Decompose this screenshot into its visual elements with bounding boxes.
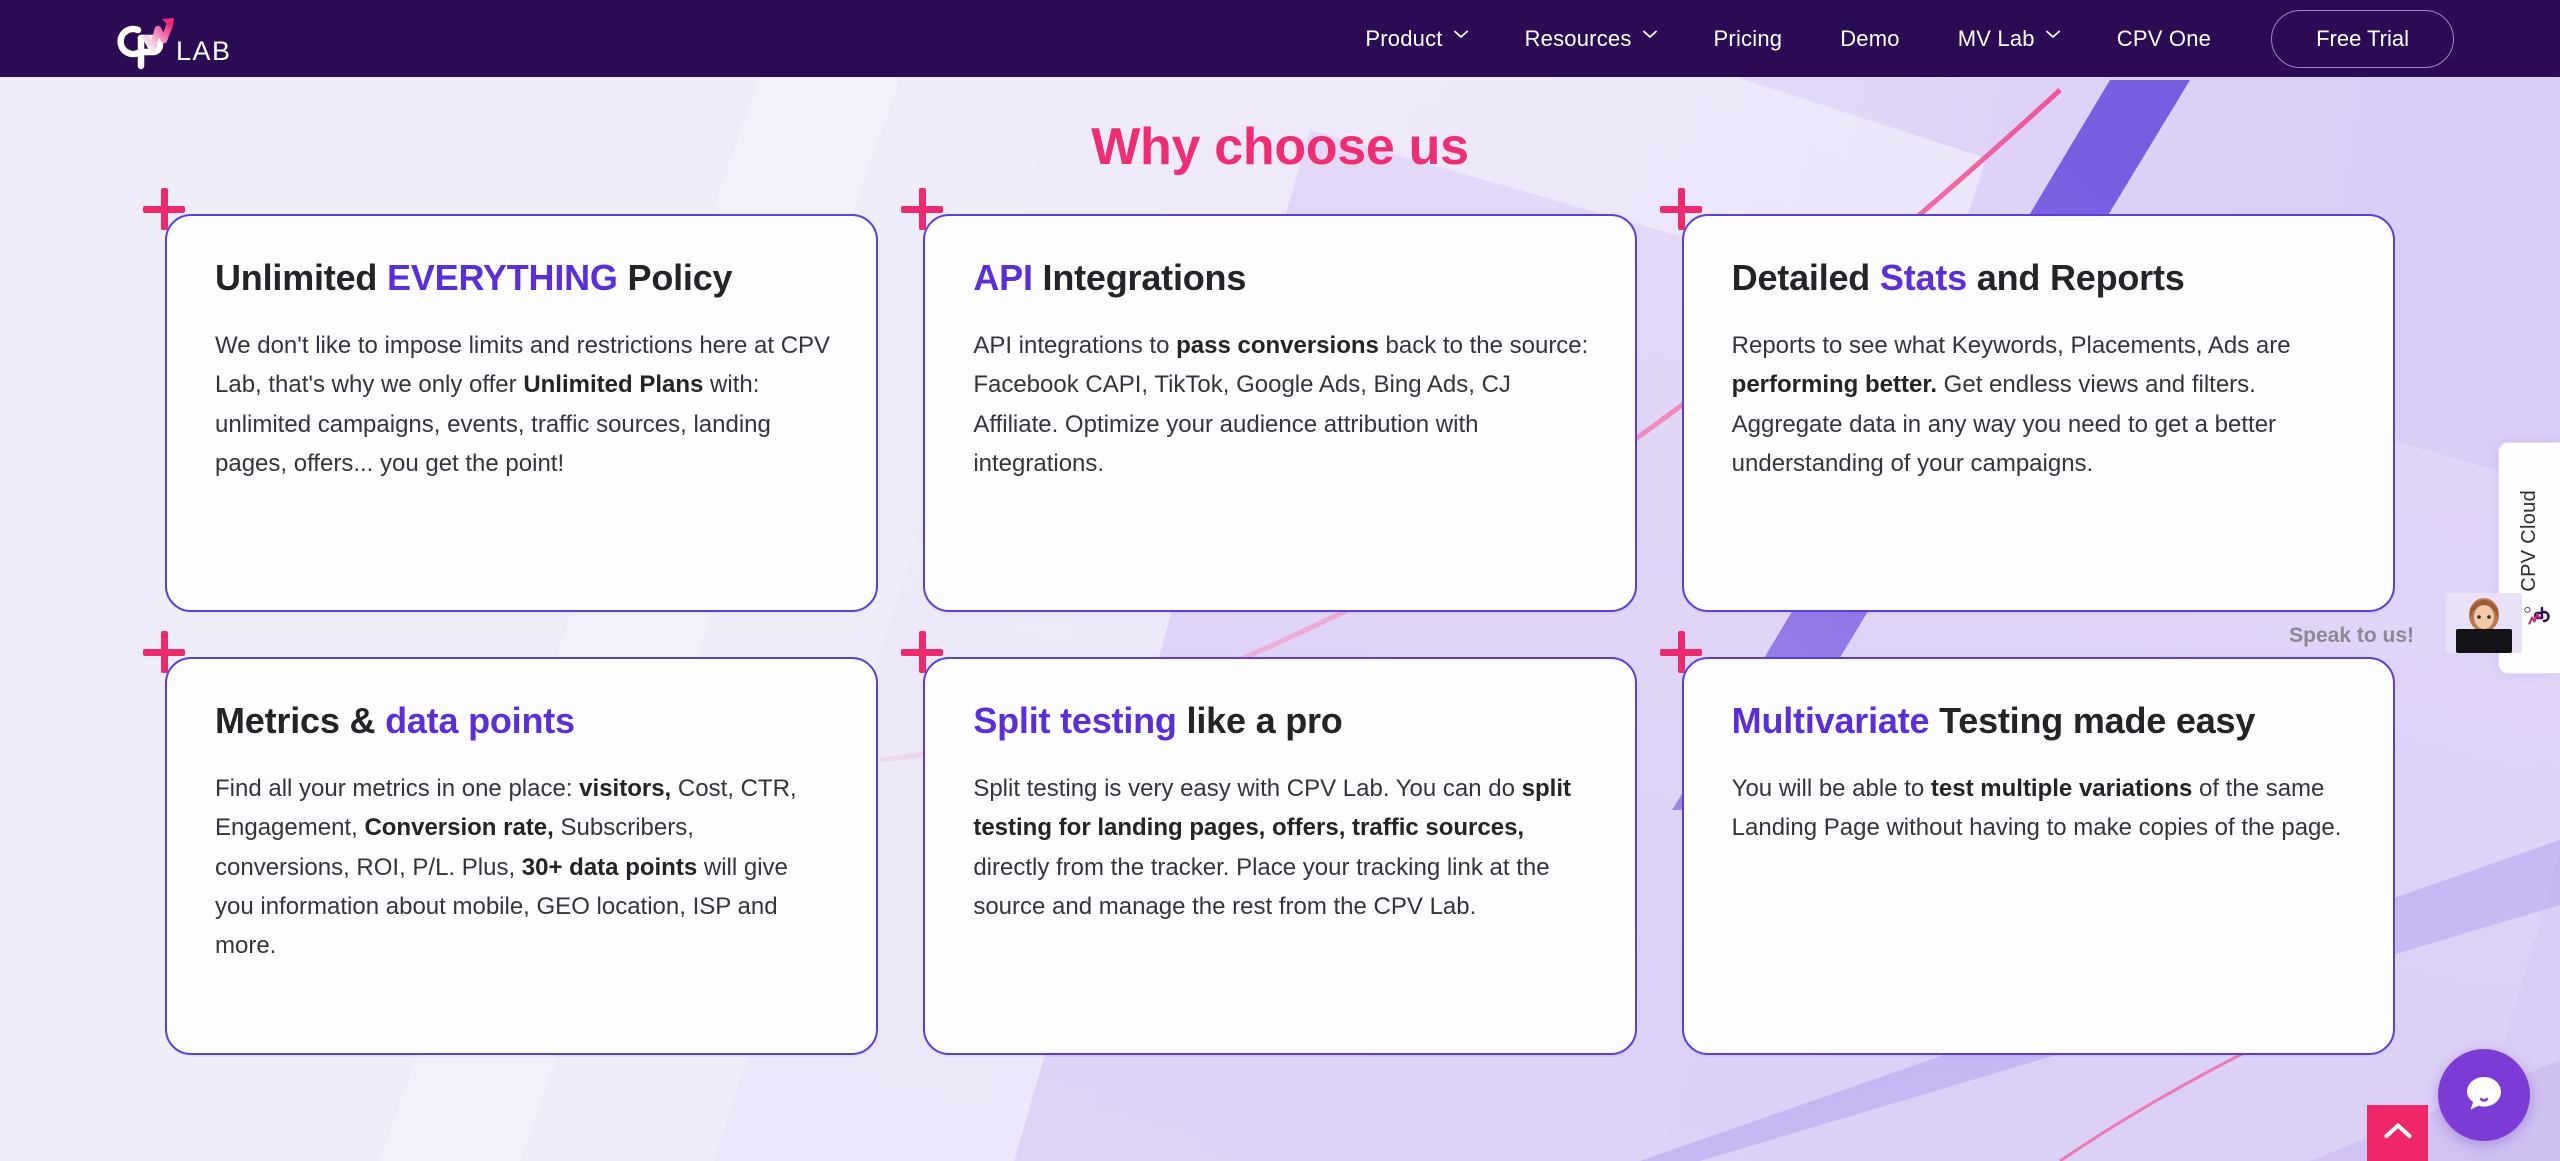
plus-marker-icon — [901, 188, 945, 232]
svg-text:LAB: LAB — [176, 36, 232, 66]
plus-marker-icon — [1659, 188, 1704, 232]
feature-card[interactable]: Metrics & data points Find all your metr… — [165, 657, 879, 1055]
site-header: LAB Product Resources Pricing Demo MV La… — [0, 0, 2560, 77]
svg-text:ONE: ONE — [2523, 606, 2532, 613]
feature-card-title: Split testing like a pro — [973, 700, 1343, 741]
feature-card-body: We don't like to impose limits and restr… — [215, 331, 831, 477]
cpv-cloud-tab-label: CPV Cloud — [2518, 490, 2540, 592]
plus-marker-icon — [1659, 631, 1704, 675]
feature-card-wrapper: API Integrations API integrations to pas… — [901, 188, 1637, 612]
cpv-lab-logo-icon: LAB — [117, 17, 232, 69]
feature-card-title: Metrics & data points — [215, 700, 575, 741]
nav-label: MV Lab — [1957, 25, 2035, 51]
page-root: LAB Product Resources Pricing Demo MV La… — [0, 0, 2560, 1161]
chevron-down-icon — [1642, 30, 1657, 43]
nav-label: Demo — [1840, 25, 1900, 51]
feature-card[interactable]: Multivariate Testing made easy You will … — [1681, 657, 2395, 1055]
feature-card-wrapper: Multivariate Testing made easy You will … — [1659, 631, 2395, 1055]
feature-card[interactable]: API Integrations API integrations to pas… — [923, 214, 1637, 612]
plus-marker-icon — [143, 631, 187, 675]
agent-avatar — [2446, 593, 2522, 653]
chevron-down-icon — [2045, 30, 2060, 43]
feature-card-title: Multivariate Testing made easy — [1731, 700, 2256, 741]
main-navigation: Product Resources Pricing Demo MV Lab CP… — [1336, 0, 2560, 77]
nav-label: Product — [1365, 25, 1443, 51]
speak-to-us-label: Speak to us! — [2289, 624, 2414, 647]
feature-card-wrapper: Split testing like a pro Split testing i… — [901, 631, 1637, 1055]
chat-bubble-icon — [2461, 1070, 2507, 1121]
feature-card-title: Detailed Stats and Reports — [1731, 257, 2185, 298]
nav-item-cpv-one[interactable]: CPV One — [2088, 0, 2240, 77]
nav-label: CPV One — [2116, 25, 2212, 51]
nav-item-product[interactable]: Product — [1336, 0, 1495, 77]
scroll-to-top-button[interactable] — [2367, 1105, 2428, 1161]
plus-marker-icon — [901, 631, 945, 675]
chat-button[interactable] — [2438, 1049, 2530, 1141]
page-title: Why choose us — [1091, 118, 1469, 176]
feature-card-title: Unlimited EVERYTHING Policy — [215, 257, 733, 298]
feature-card-body: Split testing is very easy with CPV Lab.… — [973, 774, 1571, 920]
free-trial-button[interactable]: Free Trial — [2271, 9, 2454, 68]
nav-label: Pricing — [1713, 25, 1783, 51]
feature-card-wrapper: Metrics & data points Find all your metr… — [143, 631, 879, 1055]
nav-item-pricing[interactable]: Pricing — [1685, 0, 1812, 77]
feature-card-grid: Unlimited EVERYTHING Policy We don't lik… — [143, 188, 2395, 1055]
nav-item-mv-lab[interactable]: MV Lab — [1929, 0, 2088, 77]
nav-item-demo[interactable]: Demo — [1811, 0, 1929, 77]
feature-card-wrapper: Unlimited EVERYTHING Policy We don't lik… — [143, 188, 879, 612]
feature-card-body: You will be able to test multiple variat… — [1731, 774, 2342, 842]
feature-card[interactable]: Detailed Stats and Reports Reports to se… — [1681, 214, 2395, 612]
chevron-down-icon — [1453, 30, 1468, 43]
logo[interactable]: LAB — [108, 7, 241, 71]
feature-card-wrapper: Detailed Stats and Reports Reports to se… — [1659, 188, 2395, 612]
main-content: Why choose us Unlimited EVERYTHING Polic… — [0, 77, 2560, 1161]
feature-card-body: API integrations to pass conversions bac… — [973, 331, 1589, 477]
nav-item-resources[interactable]: Resources — [1496, 0, 1685, 77]
plus-marker-icon — [143, 188, 187, 232]
nav-label: Resources — [1524, 25, 1632, 51]
feature-card-title: API Integrations — [973, 257, 1247, 298]
feature-card[interactable]: Unlimited EVERYTHING Policy We don't lik… — [165, 214, 879, 612]
feature-card[interactable]: Split testing like a pro Split testing i… — [923, 657, 1637, 1055]
chevron-up-icon — [2384, 1122, 2412, 1144]
feature-card-body: Reports to see what Keywords, Placements… — [1731, 331, 2291, 477]
feature-card-body: Find all your metrics in one place: visi… — [215, 774, 797, 960]
